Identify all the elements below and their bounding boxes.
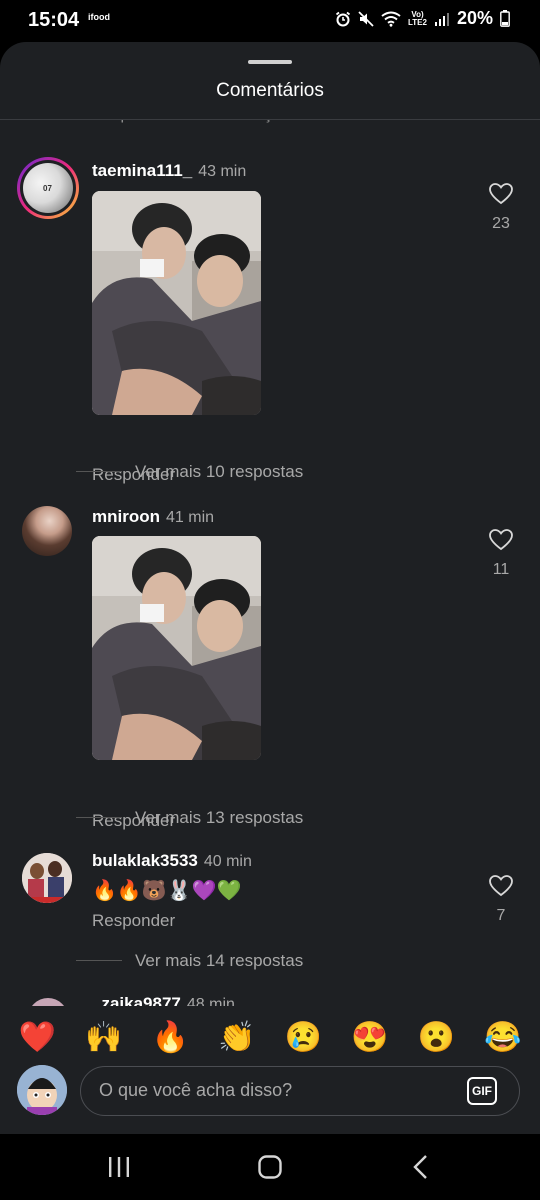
- reaction-heart[interactable]: ❤️: [19, 1020, 56, 1056]
- comment-username[interactable]: mniroon: [92, 507, 160, 526]
- view-more-replies[interactable]: Ver mais 14 respostas: [76, 949, 376, 973]
- avatar[interactable]: [28, 998, 68, 1006]
- status-bar: 15:04 ifood Vo) LTE2 20%: [0, 0, 540, 42]
- back-icon[interactable]: [410, 1154, 432, 1180]
- heart-outline-icon: [489, 529, 513, 551]
- previous-comment-actions: Responder Ver tradução: [92, 120, 313, 124]
- heart-outline-icon: [489, 183, 513, 205]
- comment-time: 40 min: [203, 853, 252, 870]
- like-count: 11: [492, 561, 510, 578]
- reaction-laughing[interactable]: 😂: [484, 1020, 521, 1056]
- comment-username[interactable]: _zaika9877: [92, 994, 181, 1006]
- comment-item: mniroon 41 min Responder 11: [0, 497, 540, 830]
- battery-icon: [500, 10, 510, 27]
- reaction-fire[interactable]: 🔥: [152, 1020, 189, 1056]
- status-notification-ifood: ifood: [88, 12, 110, 22]
- view-more-replies[interactable]: Ver mais 13 respostas: [76, 806, 376, 830]
- drag-handle[interactable]: [248, 60, 292, 64]
- comment-time: 48 min: [186, 996, 235, 1006]
- reaction-surprised[interactable]: 😮: [418, 1020, 455, 1056]
- reaction-raised-hands[interactable]: 🙌: [85, 1020, 122, 1056]
- system-navigation-bar: [0, 1134, 540, 1200]
- lte-indicator: Vo) LTE2: [408, 10, 427, 27]
- view-more-replies[interactable]: Ver mais 10 respostas: [76, 460, 376, 484]
- title-divider: [0, 119, 540, 120]
- comment-item: bulaklak3533 40 min 🔥🔥🐻🐰💜💚 Responder 7: [0, 842, 540, 952]
- status-icons: Vo) LTE2 20%: [335, 8, 510, 29]
- comments-sheet: Comentários Responder Ver tradução 07 ta…: [0, 42, 540, 1134]
- gif-icon[interactable]: GIF: [467, 1077, 497, 1105]
- like-button[interactable]: 11: [482, 529, 520, 589]
- avatar[interactable]: [22, 506, 72, 556]
- translate-button[interactable]: Ver tradução: [199, 120, 290, 123]
- comment-time: 43 min: [198, 163, 247, 180]
- status-time: 15:04: [28, 9, 80, 31]
- reaction-crying[interactable]: 😢: [285, 1020, 322, 1056]
- current-user-avatar: [17, 1065, 67, 1115]
- comment-username[interactable]: bulaklak3533: [92, 851, 198, 870]
- comment-input[interactable]: O que você acha disso?: [99, 1080, 292, 1101]
- avatar-story-ring[interactable]: 07: [17, 157, 79, 219]
- home-icon[interactable]: [257, 1154, 283, 1180]
- recents-icon[interactable]: [106, 1155, 132, 1179]
- reply-button[interactable]: Responder: [92, 120, 170, 123]
- like-button[interactable]: 7: [482, 875, 520, 935]
- comment-time: 41 min: [166, 509, 215, 526]
- comment-image[interactable]: [92, 191, 261, 415]
- comment-image[interactable]: [92, 536, 261, 760]
- wifi-icon: [381, 11, 401, 27]
- avatar: 07: [23, 163, 73, 213]
- reply-button[interactable]: Responder: [92, 911, 175, 931]
- like-button[interactable]: 23: [482, 183, 520, 243]
- battery-percentage: 20%: [456, 8, 493, 28]
- comment-item: 07 taemina111_ 43 min Responder 23: [0, 147, 540, 487]
- comment-composer[interactable]: O que você acha disso? GIF: [80, 1066, 520, 1116]
- view-more-replies-label[interactable]: Ver mais 14 respostas: [135, 951, 303, 971]
- comment-item-partial: _zaika9877 48 min: [0, 992, 540, 1006]
- sheet-title: Comentários: [216, 80, 324, 101]
- reaction-bar: ❤️ 🙌 🔥 👏 😢 😍 😮 😂: [0, 1006, 540, 1070]
- view-more-replies-label[interactable]: Ver mais 10 respostas: [135, 462, 303, 482]
- reaction-heart-eyes[interactable]: 😍: [351, 1020, 388, 1056]
- lte-bottom-text: LTE2: [408, 17, 427, 27]
- view-more-replies-label[interactable]: Ver mais 13 respostas: [135, 808, 303, 828]
- avatar[interactable]: [22, 853, 72, 903]
- heart-outline-icon: [489, 875, 513, 897]
- signal-icon: [434, 12, 449, 26]
- comment-text: 🔥🔥🐻🐰💜💚: [92, 880, 242, 902]
- mute-icon: [358, 10, 374, 27]
- like-count: 7: [496, 907, 506, 924]
- alarm-icon: [335, 11, 351, 26]
- comment-username[interactable]: taemina111_: [92, 161, 192, 180]
- reaction-clap[interactable]: 👏: [218, 1020, 255, 1056]
- like-count: 23: [492, 215, 510, 232]
